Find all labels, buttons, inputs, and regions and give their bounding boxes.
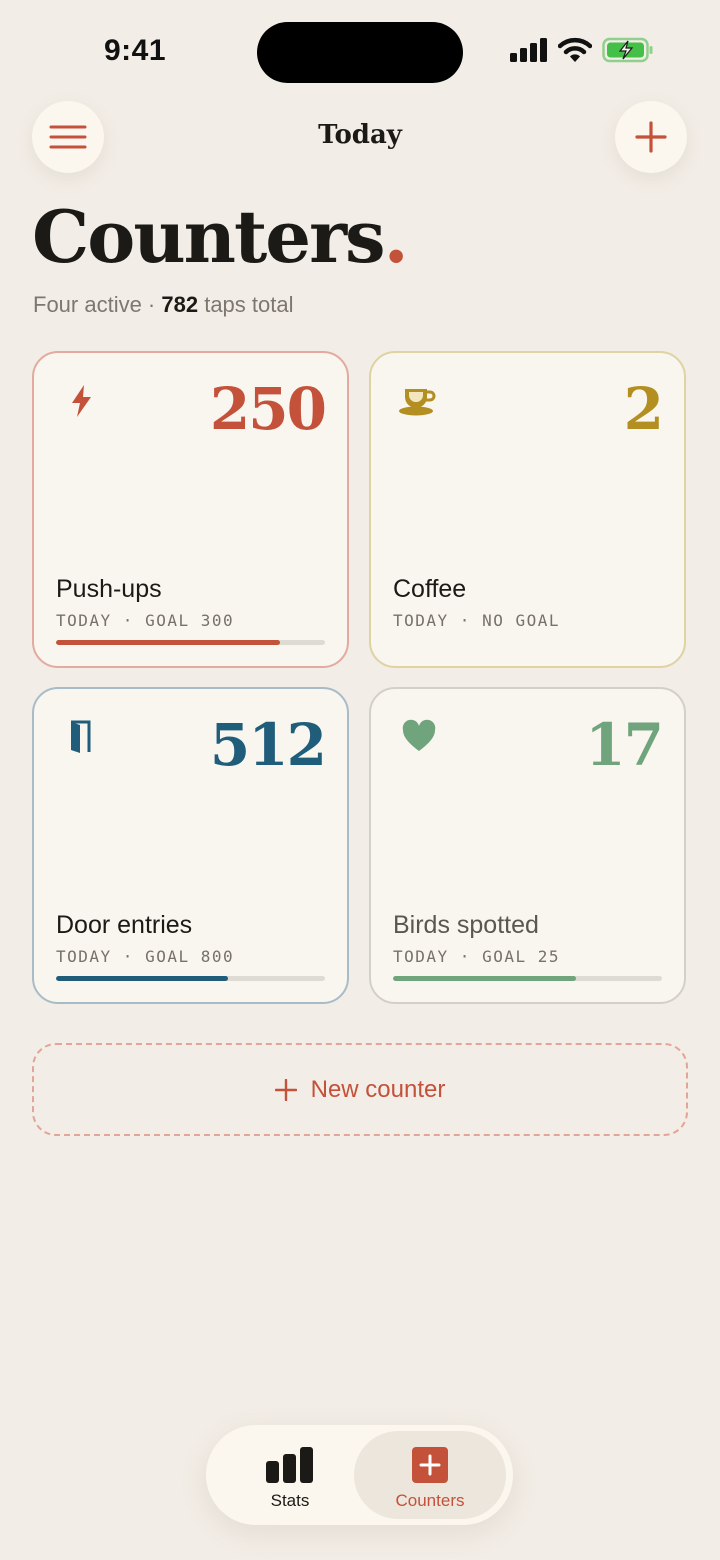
new-counter-button[interactable]: New counter [32, 1043, 688, 1136]
counter-name: Door entries [56, 911, 193, 939]
page-title: Counters. [32, 194, 409, 280]
header-title: Today [318, 120, 402, 150]
counter-meta: TODAY · GOAL 800 [56, 947, 235, 966]
counter-value: 17 [585, 711, 664, 779]
page-title-text: Counters [32, 194, 386, 279]
plus-icon [635, 121, 667, 153]
coffee-cup-icon [399, 389, 436, 416]
progress-fill [56, 976, 229, 981]
progress-fill [393, 976, 576, 981]
plus-icon [274, 1078, 297, 1101]
progress-bar [56, 640, 325, 645]
tab-bar: Stats Counters [206, 1425, 513, 1525]
wifi-icon [558, 37, 592, 62]
tab-label: Stats [270, 1491, 310, 1510]
counter-value: 512 [209, 711, 327, 779]
counter-meta: TODAY · GOAL 300 [56, 611, 235, 630]
counter-name: Push-ups [56, 575, 162, 603]
counters-screen: 9:41 Today Counters. Four active · 782 t… [0, 0, 720, 1560]
counter-meta: TODAY · NO GOAL [393, 611, 560, 630]
tab-label: Counters [395, 1491, 465, 1510]
taps-total-count: 782 [161, 292, 199, 317]
counter-card-birds-spotted[interactable]: 17 Birds spotted TODAY · GOAL 25 [369, 687, 686, 1004]
counter-meta: TODAY · GOAL 25 [393, 947, 560, 966]
page-title-dot: . [383, 194, 409, 279]
bar-chart-icon [266, 1447, 313, 1483]
progress-bar [393, 976, 662, 981]
status-time: 9:41 [104, 34, 167, 67]
subtitle-prefix: Four active · [33, 292, 162, 317]
progress-fill [56, 640, 281, 645]
progress-bar [56, 976, 325, 981]
dynamic-island [257, 22, 463, 83]
tab-stats[interactable]: Stats [214, 1431, 366, 1519]
cellular-signal-icon [510, 38, 547, 62]
counter-name: Coffee [393, 575, 467, 603]
new-counter-label: New counter [310, 1075, 446, 1103]
counter-value: 250 [209, 375, 327, 443]
counter-value: 2 [623, 375, 664, 443]
bolt-icon [72, 385, 91, 417]
door-icon [71, 720, 91, 753]
counter-name: Birds spotted [393, 911, 539, 939]
battery-charging-icon [602, 37, 653, 63]
plus-square-icon [412, 1447, 448, 1483]
counter-card-coffee[interactable]: 2 Coffee TODAY · NO GOAL [369, 351, 686, 668]
subtitle-suffix: taps total [198, 292, 294, 317]
heart-icon [402, 719, 436, 751]
counter-card-push-ups[interactable]: 250 Push-ups TODAY · GOAL 300 [32, 351, 349, 668]
tab-counters[interactable]: Counters [354, 1431, 506, 1519]
page-subtitle: Four active · 782 taps total [33, 292, 293, 318]
counter-card-door-entries[interactable]: 512 Door entries TODAY · GOAL 800 [32, 687, 349, 1004]
add-counter-button[interactable] [615, 101, 687, 173]
status-icons [510, 37, 654, 63]
